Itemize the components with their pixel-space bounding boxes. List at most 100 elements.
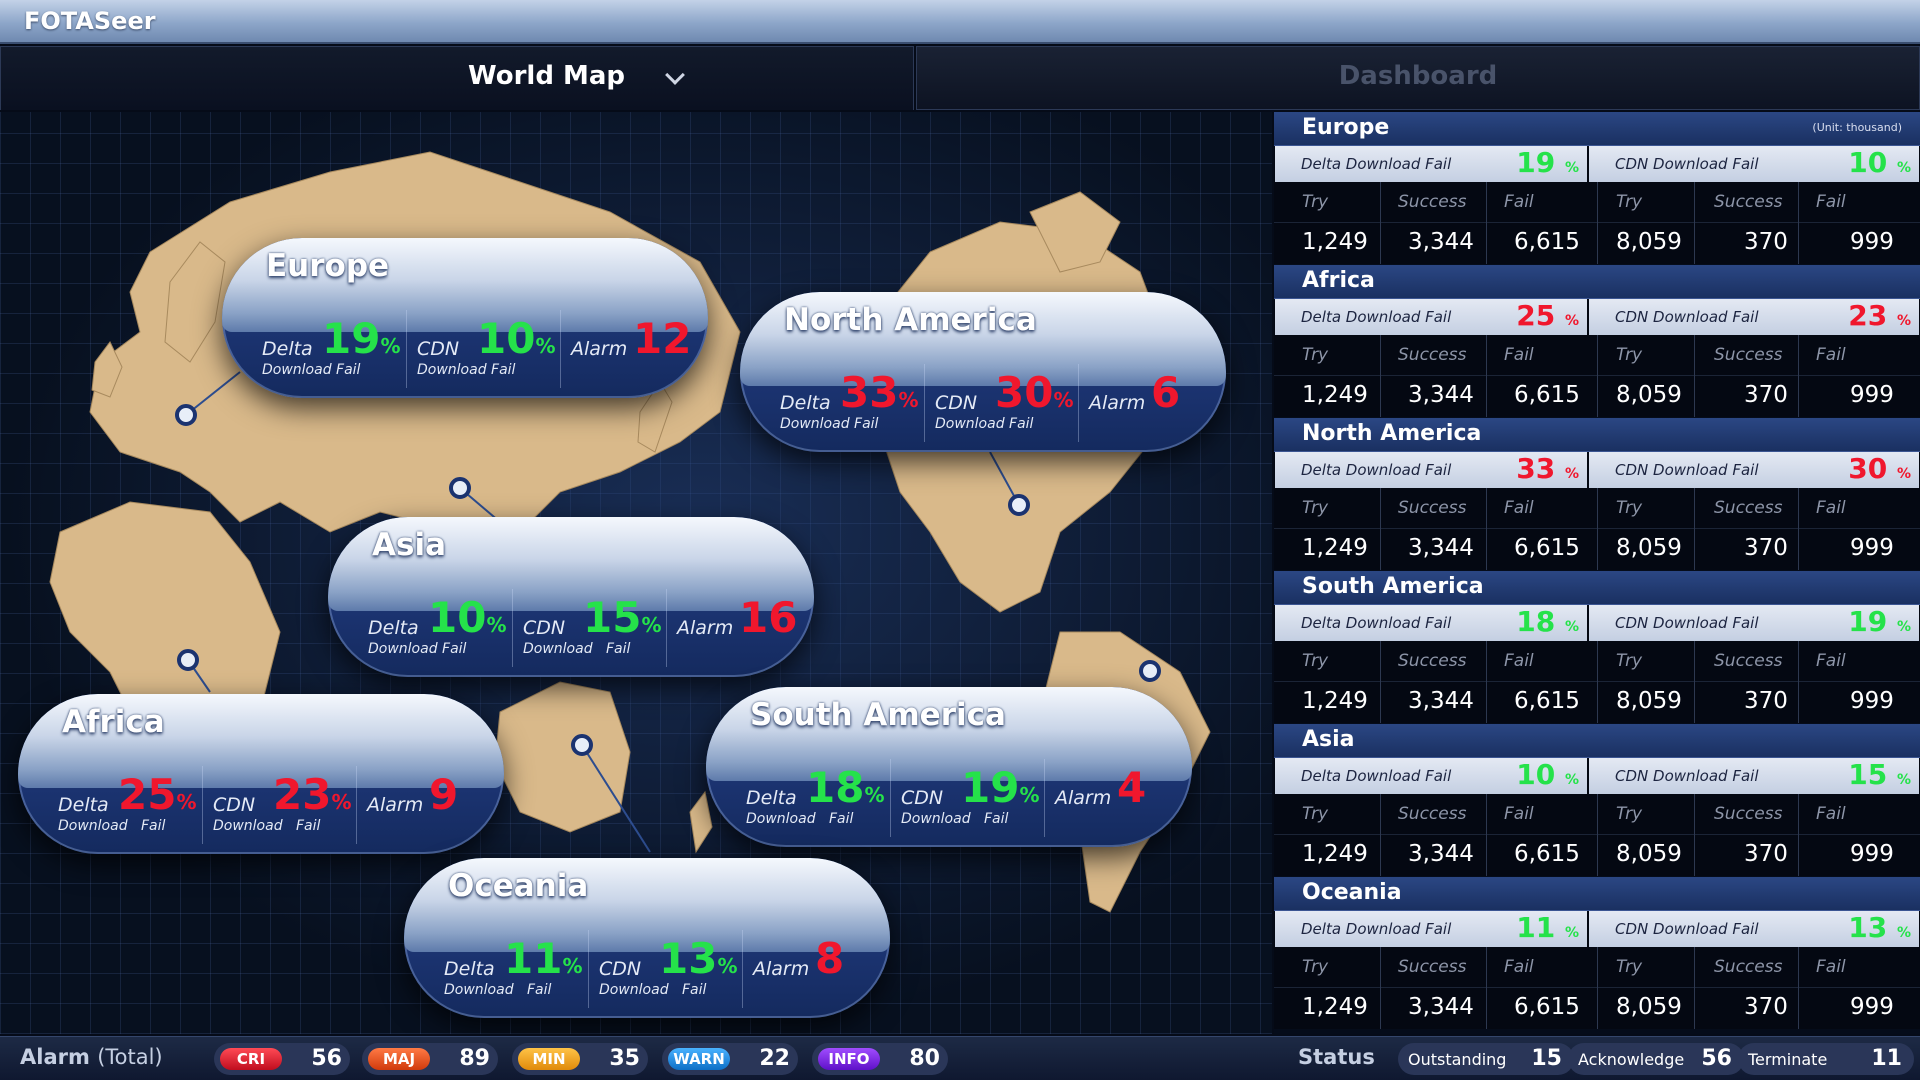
alarm-min[interactable]: MIN 35 [512, 1043, 648, 1075]
col-success: Success [1398, 651, 1467, 671]
col-fail: Fail [1504, 498, 1534, 518]
delta-success-value: 3,344 [1408, 382, 1474, 408]
cdn-download-fail-label: CDN Download Fail [1615, 767, 1759, 785]
delta-download-fail-row: Delta Download Fail 11 % [1275, 911, 1587, 947]
delta-metric: Delta Download Fail 18% [736, 759, 890, 837]
region-card-north-america[interactable]: North America Delta Download Fail 33% CD… [740, 292, 1226, 452]
col-fail: Fail [1816, 192, 1846, 212]
delta-download-fail-label: Delta Download Fail [1301, 920, 1452, 938]
cdn-try-value: 8,059 [1616, 535, 1682, 561]
status-title: Status [1298, 1045, 1375, 1069]
delta-try-value: 1,249 [1302, 688, 1368, 714]
cdn-success-value: 370 [1744, 841, 1788, 867]
region-card-south-america[interactable]: South America Delta Download Fail 18% CD… [706, 687, 1192, 847]
tab-world-map-label: World Map [468, 61, 626, 91]
alarm-label: Alarm [1089, 392, 1146, 414]
dashboard-region-north-america[interactable]: North America Delta Download Fail 33 % C… [1274, 418, 1920, 570]
alarm-label: Alarm [367, 794, 424, 816]
col-fail: Fail [1816, 345, 1846, 365]
cdn-fail-value: 999 [1850, 841, 1894, 867]
table-values: 1,249 3,344 6,615 8,059 370 999 [1274, 375, 1920, 417]
col-fail: Fail [1504, 345, 1534, 365]
dashboard-region-asia[interactable]: Asia Delta Download Fail 10 % CDN Downlo… [1274, 724, 1920, 876]
alarm-cri[interactable]: CRI 56 [214, 1043, 350, 1075]
download-fail-label: Download Fail [417, 362, 516, 378]
delta-success-value: 3,344 [1408, 994, 1474, 1020]
app-root: FOTASeer World Map Dashboard Europe Delt… [0, 0, 1920, 1080]
region-card-asia[interactable]: Asia Delta Download Fail 10% CDN Downloa… [328, 517, 814, 677]
marker-south-america [1139, 660, 1161, 682]
download-fail-label: Download Fail [599, 982, 707, 998]
region-name: South America [1302, 574, 1484, 599]
tab-dashboard[interactable]: Dashboard [916, 46, 1920, 110]
col-try: Try [1302, 345, 1329, 365]
download-fail-label: Download Fail [523, 641, 631, 657]
col-try: Try [1616, 345, 1643, 365]
marker-europe [175, 404, 197, 426]
cdn-try-value: 8,059 [1616, 382, 1682, 408]
region-name: Africa [1302, 268, 1375, 293]
region-card-oceania[interactable]: Oceania Delta Download Fail 11% CDN Down… [404, 858, 890, 1018]
region-name: Europe [1302, 115, 1390, 140]
delta-download-fail-label: Delta Download Fail [1301, 308, 1452, 326]
region-card-africa[interactable]: Africa Delta Download Fail 25% CDN Downl… [18, 694, 504, 854]
delta-fail-value: 6,615 [1514, 229, 1580, 255]
alarm-info[interactable]: INFO 80 [812, 1043, 948, 1075]
cdn-download-fail-value: 13 % [1848, 911, 1911, 944]
marker-africa [177, 649, 199, 671]
delta-download-fail-row: Delta Download Fail 10 % [1275, 758, 1587, 794]
delta-download-fail-row: Delta Download Fail 19 % [1275, 146, 1587, 182]
delta-download-fail-label: Delta Download Fail [1301, 767, 1452, 785]
dashboard-region-africa[interactable]: Africa Delta Download Fail 25 % CDN Down… [1274, 265, 1920, 417]
cdn-download-fail-row: CDN Download Fail 30 % [1589, 452, 1919, 488]
col-fail: Fail [1504, 651, 1534, 671]
warn-badge: WARN [668, 1048, 730, 1070]
warn-count: 22 [759, 1046, 790, 1071]
cdn-fail-value: 999 [1850, 382, 1894, 408]
cdn-value: 15% [583, 593, 662, 642]
world-map[interactable]: Europe Delta Download Fail 19% CDN Downl… [0, 112, 1272, 1034]
delta-metric: Delta Download Fail 10% [358, 589, 512, 667]
alarm-label: Alarm [677, 617, 734, 639]
region-header: South America [1274, 571, 1920, 605]
delta-value: 18% [806, 763, 885, 812]
region-header: Asia [1274, 724, 1920, 758]
status-acknowledge[interactable]: Acknowledge 56 [1568, 1043, 1744, 1075]
delta-value: 25% [118, 770, 197, 819]
cdn-fail-value: 999 [1850, 229, 1894, 255]
title-bar: FOTASeer [0, 0, 1920, 44]
card-title: Africa [62, 704, 165, 740]
delta-download-fail-label: Delta Download Fail [1301, 614, 1452, 632]
alarm-value: 6 [1151, 368, 1181, 417]
tab-world-map[interactable]: World Map [0, 46, 914, 110]
marker-north-america [1008, 494, 1030, 516]
delta-try-value: 1,249 [1302, 535, 1368, 561]
cdn-download-fail-label: CDN Download Fail [1615, 461, 1759, 479]
col-try: Try [1302, 651, 1329, 671]
dashboard-region-oceania[interactable]: Oceania Delta Download Fail 11 % CDN Dow… [1274, 877, 1920, 1029]
delta-try-value: 1,249 [1302, 229, 1368, 255]
col-fail: Fail [1816, 498, 1846, 518]
region-card-europe[interactable]: Europe Delta Download Fail 19% CDN Downl… [222, 238, 708, 398]
download-fail-label: Download Fail [213, 818, 321, 834]
dashboard-region-south-america[interactable]: South America Delta Download Fail 18 % C… [1274, 571, 1920, 723]
marker-asia [449, 477, 471, 499]
card-title: Asia [372, 527, 446, 563]
cdn-download-fail-value: 30 % [1848, 452, 1911, 485]
download-fail-label: Download Fail [444, 982, 552, 998]
col-success: Success [1714, 345, 1783, 365]
land-australia [494, 681, 631, 833]
cdn-fail-value: 999 [1850, 688, 1894, 714]
alarm-maj[interactable]: MAJ 89 [362, 1043, 498, 1075]
cdn-download-fail-value: 15 % [1848, 758, 1911, 791]
alarm-warn[interactable]: WARN 22 [662, 1043, 798, 1075]
cdn-try-value: 8,059 [1616, 994, 1682, 1020]
status-terminate[interactable]: Terminate 11 [1738, 1043, 1914, 1075]
status-acknowledge-label: Acknowledge [1578, 1050, 1685, 1069]
cri-count: 56 [311, 1046, 342, 1071]
dashboard-region-europe[interactable]: Europe (Unit: thousand) Delta Download F… [1274, 112, 1920, 264]
status-outstanding[interactable]: Outstanding 15 [1398, 1043, 1574, 1075]
delta-metric: Delta Download Fail 25% [48, 766, 202, 844]
col-success: Success [1714, 651, 1783, 671]
tab-dashboard-label: Dashboard [1338, 61, 1498, 91]
